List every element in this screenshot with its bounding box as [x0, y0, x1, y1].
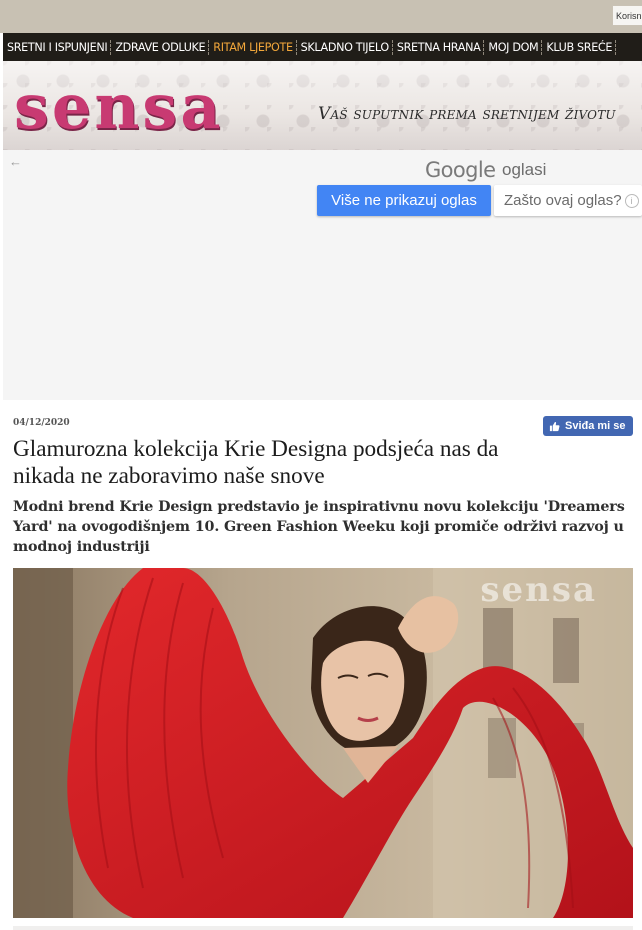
top-bar: Korisn: [0, 0, 642, 33]
back-arrow-icon[interactable]: ←: [9, 154, 22, 169]
nav-item-sretni-i-ispunjeni[interactable]: SRETNI I ISPUNJENI: [3, 39, 112, 55]
article-date: 04/12/2020: [13, 418, 70, 428]
article-title: Glamurozna kolekcija Krie Designa podsje…: [13, 436, 499, 489]
info-icon: i: [624, 194, 639, 209]
photo-watermark: sensa: [480, 570, 597, 610]
fashion-photo-illustration: [13, 568, 633, 918]
why-this-ad-label: Zašto ovaj oglas?: [504, 192, 622, 209]
site-tagline: Vaš suputnik prema sretnijem životu: [318, 104, 616, 124]
photo-caption-strip: [13, 926, 633, 930]
site-logo[interactable]: sensa: [14, 64, 224, 150]
nav-item-ritam-ljepote[interactable]: RITAM LJEPOTE: [209, 39, 297, 55]
nav-item-klub-srece[interactable]: KLUB SREĆE: [542, 39, 617, 55]
like-label: Sviđa mi se: [565, 420, 626, 432]
user-login-box[interactable]: Korisn: [612, 5, 642, 26]
facebook-like-button[interactable]: Sviđa mi se: [543, 416, 633, 436]
nav-item-sretna-hrana[interactable]: SRETNA HRANA: [393, 39, 485, 55]
stop-ad-button[interactable]: Više ne prikazuj oglas: [317, 185, 491, 216]
ads-label: oglasi: [502, 160, 547, 179]
nav-item-zdrave-odluke[interactable]: ZDRAVE ODLUKE: [111, 39, 210, 55]
nav-item-moj-dom[interactable]: MOJ DOM: [484, 39, 543, 55]
ad-banner: ← Google oglasi Više ne prikazuj oglas Z…: [3, 150, 642, 400]
why-this-ad-button[interactable]: Zašto ovaj oglas? i: [494, 185, 642, 216]
article-lead: Modni brend Krie Design predstavio je in…: [13, 499, 625, 555]
nav-item-skladno-tijelo[interactable]: SKLADNO TIJELO: [297, 39, 393, 55]
main-navigation: SRETNI I ISPUNJENI ZDRAVE ODLUKE RITAM L…: [3, 33, 642, 61]
article-photo[interactable]: sensa: [13, 568, 633, 918]
thumbs-up-icon: [549, 421, 560, 431]
google-label: Google: [425, 158, 496, 182]
